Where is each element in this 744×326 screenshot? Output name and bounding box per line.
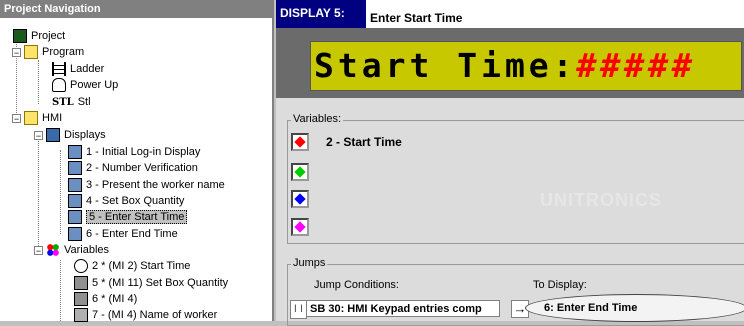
tree-line bbox=[60, 150, 61, 234]
tree-item-display-3[interactable]: 3 - Present the worker name bbox=[68, 177, 225, 193]
tree-item-variable-6[interactable]: 6 * (MI 4) bbox=[74, 291, 137, 307]
tree-line bbox=[60, 260, 61, 321]
blue-diamond-icon bbox=[294, 193, 306, 205]
tree-item-label: 5 * (MI 11) Set Box Quantity bbox=[92, 277, 229, 289]
lcd-static-text: Start Time: bbox=[314, 46, 577, 85]
display-icon bbox=[68, 145, 82, 160]
displays-icon bbox=[46, 128, 60, 143]
tree-item-label: Program bbox=[42, 46, 85, 58]
collapse-toggle[interactable]: − bbox=[12, 114, 21, 124]
variable-slot-4-button[interactable] bbox=[291, 218, 309, 236]
tree-item-variable-5[interactable]: 5 * (MI 11) Set Box Quantity bbox=[74, 275, 228, 291]
numeric-variable-icon bbox=[74, 276, 88, 291]
tree-line bbox=[38, 60, 39, 104]
tree-item-variable-2[interactable]: 2 * (MI 2) Start Time bbox=[74, 258, 190, 274]
display-icon bbox=[68, 178, 82, 193]
tree-item-display-4[interactable]: 4 - Set Box Quantity bbox=[68, 193, 184, 209]
text-variable-icon bbox=[74, 308, 88, 323]
collapse-toggle[interactable]: − bbox=[34, 131, 43, 141]
collapse-toggle[interactable]: − bbox=[12, 48, 21, 58]
tree-item-ladder[interactable]: Ladder bbox=[52, 61, 104, 77]
clock-icon bbox=[74, 259, 88, 274]
tree-item-display-2[interactable]: 2 - Number Verification bbox=[68, 160, 198, 176]
tree-item-label: Project bbox=[31, 30, 66, 42]
red-diamond-icon bbox=[294, 136, 306, 148]
tree-item-label: Variables bbox=[64, 244, 110, 256]
tree-item-display-5[interactable]: 5 - Enter Start Time bbox=[68, 209, 188, 225]
tree-item-label: 3 - Present the worker name bbox=[86, 179, 225, 191]
variables-icon bbox=[46, 243, 60, 258]
to-display-header: To Display: bbox=[533, 279, 587, 291]
display-icon bbox=[68, 161, 82, 176]
tree-item-label: 4 - Set Box Quantity bbox=[86, 195, 185, 207]
tree-item-label: 7 - (MI 4) Name of worker bbox=[92, 309, 218, 321]
display-icon bbox=[68, 210, 82, 225]
project-icon bbox=[13, 29, 27, 44]
tree-item-program[interactable]: Program bbox=[24, 44, 84, 60]
display-number-label: DISPLAY 5: bbox=[276, 0, 366, 28]
display-icon bbox=[68, 194, 82, 209]
tree-item-label: 6 * (MI 4) bbox=[92, 293, 138, 305]
tree-item-label: Power Up bbox=[70, 79, 119, 91]
tree-item-label: HMI bbox=[42, 112, 63, 124]
collapse-toggle[interactable]: − bbox=[34, 246, 43, 256]
tree-item-display-1[interactable]: 1 - Initial Log-in Display bbox=[68, 144, 200, 160]
tree-item-stl[interactable]: STL Stl bbox=[52, 94, 91, 110]
display-icon bbox=[68, 227, 82, 242]
tree-item-displays[interactable]: Displays bbox=[46, 127, 106, 143]
lcd-variable-field[interactable]: ##### bbox=[577, 46, 696, 85]
folder-icon bbox=[24, 111, 38, 126]
display-name-field[interactable]: Enter Start Time bbox=[370, 9, 740, 27]
numeric-variable-icon bbox=[74, 292, 88, 307]
variable-slot-3-button[interactable] bbox=[291, 190, 309, 208]
tree-item-label: Stl bbox=[77, 96, 91, 108]
stl-icon: STL bbox=[52, 97, 74, 109]
green-diamond-icon bbox=[294, 166, 306, 178]
tree-item-display-6[interactable]: 6 - Enter End Time bbox=[68, 226, 178, 242]
variable-slot-2-button[interactable] bbox=[291, 163, 309, 181]
ladder-icon bbox=[52, 62, 66, 77]
tree-line bbox=[38, 134, 39, 250]
tree-item-label: 5 - Enter Start Time bbox=[86, 210, 188, 224]
lcd-text: Start Time:##### bbox=[314, 46, 696, 85]
tree-item-label: 2 - Number Verification bbox=[86, 162, 198, 174]
project-navigation-title: Project Navigation bbox=[0, 0, 272, 18]
magenta-diamond-icon bbox=[294, 221, 306, 233]
tree-item-variables[interactable]: Variables bbox=[46, 242, 109, 258]
jump-target-display[interactable]: 6: Enter End Time bbox=[525, 294, 744, 322]
jumps-group-title: Jumps bbox=[291, 257, 328, 269]
contact-icon: I I bbox=[290, 300, 307, 319]
tree-item-label: Displays bbox=[64, 129, 106, 141]
variables-group-title: Variables: bbox=[291, 113, 344, 125]
tree-item-hmi[interactable]: HMI bbox=[24, 110, 62, 126]
folder-icon bbox=[24, 45, 38, 60]
tree-item-label: 1 - Initial Log-in Display bbox=[86, 146, 201, 158]
tree-item-label: 6 - Enter End Time bbox=[86, 228, 178, 240]
tree-item-power-up[interactable]: Power Up bbox=[52, 77, 118, 93]
tree-item-label: Ladder bbox=[70, 63, 105, 75]
jump-conditions-header: Jump Conditions: bbox=[314, 279, 399, 291]
variable-slot-1-label: 2 - Start Time bbox=[326, 135, 402, 149]
hand-icon bbox=[52, 78, 66, 93]
jump-condition-field[interactable]: SB 30: HMI Keypad entries comp bbox=[306, 300, 500, 317]
variable-slot-1-button[interactable] bbox=[291, 133, 309, 151]
tree-item-project[interactable]: Project bbox=[13, 28, 65, 44]
tree-item-label: 2 * (MI 2) Start Time bbox=[92, 260, 191, 272]
